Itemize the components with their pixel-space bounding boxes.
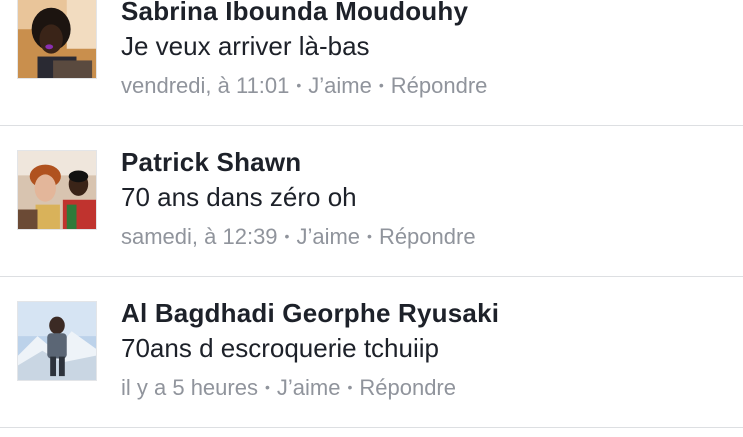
separator-dot: • <box>347 379 353 395</box>
like-button[interactable]: J’aime <box>308 73 372 98</box>
reply-button[interactable]: Répondre <box>391 73 488 98</box>
profile-photo-icon <box>18 302 96 380</box>
divider <box>0 427 743 428</box>
comment-author[interactable]: Patrick Shawn <box>121 147 301 178</box>
avatar[interactable] <box>17 301 97 381</box>
reply-button[interactable]: Répondre <box>379 224 476 249</box>
profile-photo-icon <box>18 151 96 229</box>
comment-meta: samedi, à 12:39 • J’aime • Répondre <box>121 224 476 250</box>
comment-text: Je veux arriver là-bas <box>121 31 370 61</box>
avatar[interactable] <box>17 150 97 230</box>
comment-meta: vendredi, à 11:01 • J’aime • Répondre <box>121 73 487 99</box>
profile-photo-icon <box>18 0 96 78</box>
comment-item: Al Bagdhadi Georphe Ryusaki 70ans d escr… <box>0 277 743 427</box>
comment-text: 70ans d escroquerie tchuiip <box>121 333 439 363</box>
avatar[interactable] <box>17 0 97 79</box>
comment-author[interactable]: Al Bagdhadi Georphe Ryusaki <box>121 298 499 329</box>
comment-timestamp[interactable]: vendredi, à 11:01 <box>121 73 289 98</box>
separator-dot: • <box>284 228 290 244</box>
comment-item: Patrick Shawn 70 ans dans zéro oh samedi… <box>0 126 743 276</box>
comment-item: Sabrina Ibounda Moudouhy Je veux arriver… <box>0 0 743 125</box>
comment-timestamp[interactable]: il y a 5 heures <box>121 375 258 400</box>
comment-author[interactable]: Sabrina Ibounda Moudouhy <box>121 0 468 27</box>
like-button[interactable]: J’aime <box>296 224 360 249</box>
separator-dot: • <box>378 77 384 93</box>
reply-button[interactable]: Répondre <box>359 375 456 400</box>
comment-meta: il y a 5 heures • J’aime • Répondre <box>121 375 456 401</box>
like-button[interactable]: J’aime <box>277 375 341 400</box>
comment-text: 70 ans dans zéro oh <box>121 182 357 212</box>
separator-dot: • <box>296 77 302 93</box>
separator-dot: • <box>264 379 270 395</box>
separator-dot: • <box>367 228 372 244</box>
comment-timestamp[interactable]: samedi, à 12:39 <box>121 224 278 249</box>
comment-feed: Sabrina Ibounda Moudouhy Je veux arriver… <box>0 0 743 437</box>
